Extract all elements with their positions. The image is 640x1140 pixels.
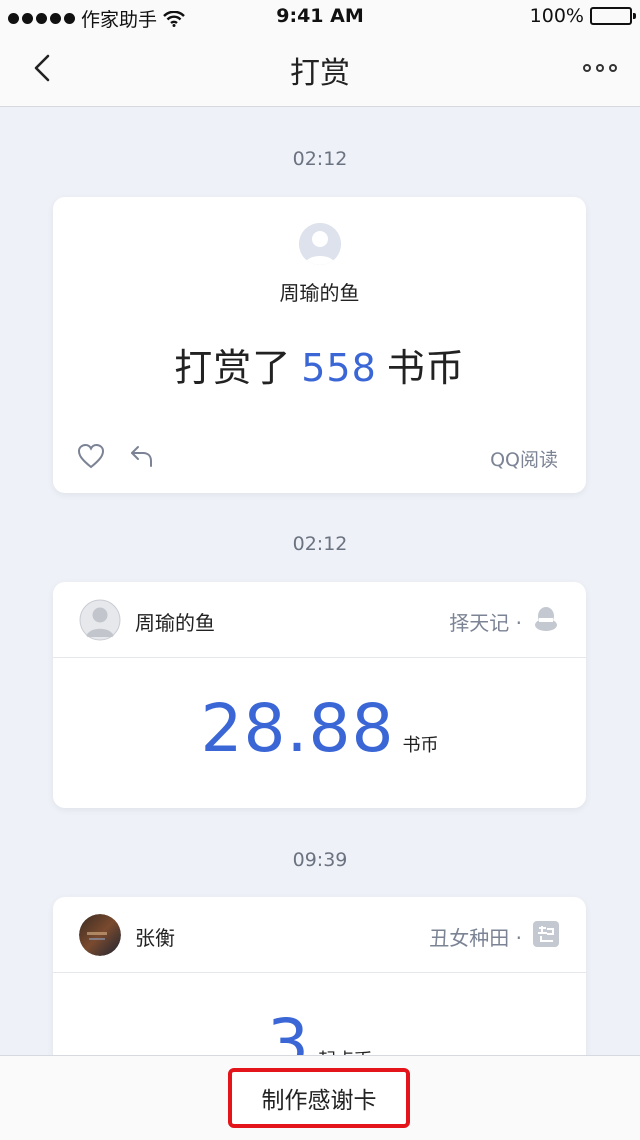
book-title: 择天记 ·	[449, 611, 522, 635]
user-name: 周瑜的鱼	[279, 281, 360, 305]
card-header: 周瑜的鱼 择天记 ·	[53, 582, 586, 658]
default-user-icon	[79, 599, 121, 641]
qq-reading-badge	[532, 605, 560, 633]
page-title: 打赏	[290, 56, 350, 91]
reward-amount: 28.88	[200, 690, 395, 767]
make-thanks-card-button[interactable]: 制作感谢卡	[228, 1068, 410, 1128]
reward-unit: 书币	[386, 346, 465, 390]
battery-icon	[590, 7, 636, 25]
like-button[interactable]	[77, 443, 107, 471]
source-label: QQ阅读	[490, 449, 558, 471]
battery-percent: 100%	[529, 5, 584, 27]
reward-prefix: 打赏了	[174, 346, 292, 390]
amount-row: 28.88 书币	[53, 690, 586, 767]
card-header: 张衡 丑女种田 ·	[53, 897, 586, 973]
bottom-bar: 制作感谢卡	[0, 1055, 640, 1140]
nav-bar: 打赏	[0, 32, 640, 107]
avatar	[79, 914, 121, 956]
default-user-icon	[299, 223, 341, 265]
more-button[interactable]	[578, 52, 622, 84]
qidian-badge	[532, 920, 560, 948]
reward-amount: 558	[301, 346, 377, 390]
timestamp: 02:12	[292, 148, 348, 170]
book-title: 丑女种田 ·	[429, 926, 522, 950]
reward-card: 周瑜的鱼 打赏了 558 书币 QQ阅读	[53, 197, 586, 493]
avatar	[299, 223, 341, 265]
qidian-logo-icon	[533, 921, 559, 947]
user-name: 张衡	[135, 926, 175, 950]
heart-icon	[77, 443, 105, 469]
status-right: 100%	[529, 5, 636, 27]
more-dots-icon	[583, 64, 591, 72]
user-name: 周瑜的鱼	[135, 611, 215, 635]
reward-summary: 打赏了 558 书币	[53, 337, 586, 392]
avatar	[79, 599, 121, 641]
status-bar: 作家助手 9:41 AM 100%	[0, 0, 640, 32]
timestamp: 09:39	[292, 849, 348, 871]
timestamp: 02:12	[292, 533, 348, 555]
reward-unit: 书币	[402, 735, 439, 756]
user-photo-icon	[79, 914, 121, 956]
reply-arrow-icon	[131, 446, 152, 467]
penguin-icon	[535, 607, 557, 631]
reward-card: 周瑜的鱼 择天记 · 28.88 书币	[53, 582, 586, 808]
reply-button[interactable]	[129, 443, 157, 471]
